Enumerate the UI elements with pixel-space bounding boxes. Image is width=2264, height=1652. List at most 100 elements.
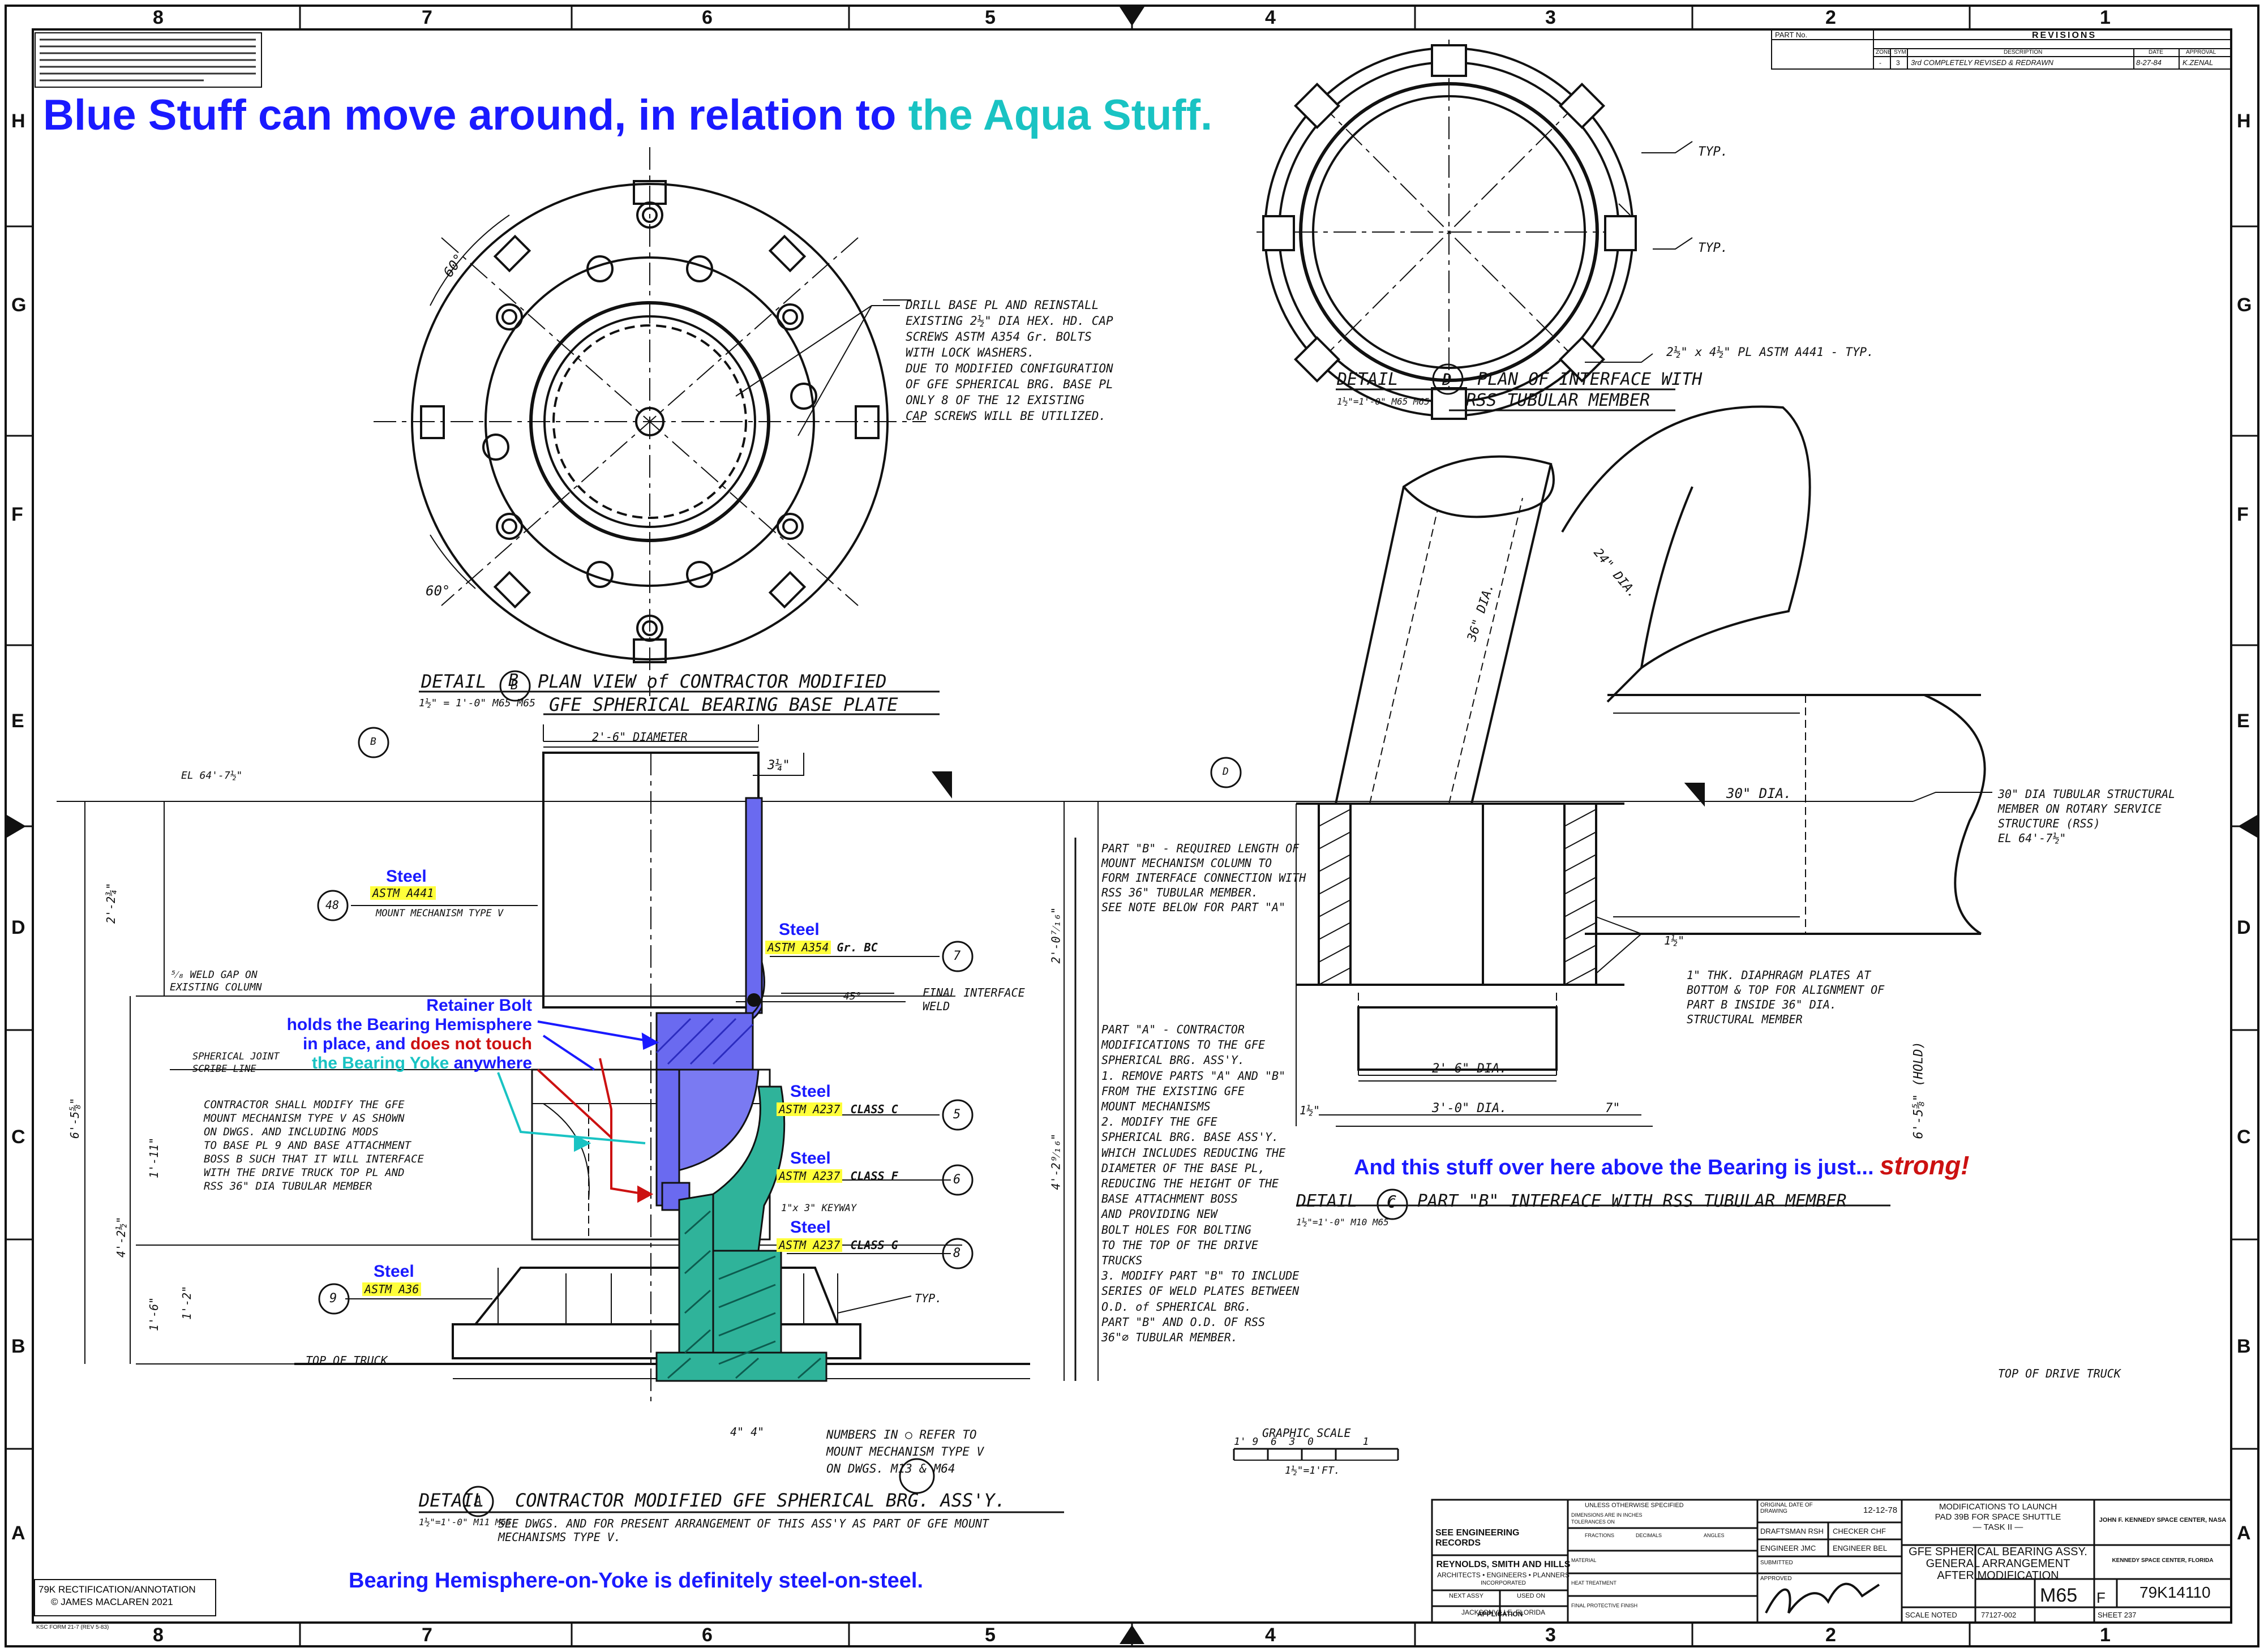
dim-v-1-2: 1'-2" (180, 1285, 194, 1320)
engineer-check: ENGINEER BEL (1833, 1544, 1888, 1552)
callout-d-letter: D (1223, 766, 1229, 778)
zone-col-5-top: 5 (985, 7, 996, 28)
part-a-note-line: PART "A" - CONTRACTOR (1101, 1023, 1245, 1036)
heading-aqua-text: the Aqua Stuff. (908, 91, 1213, 139)
revisions-title: REVISIONS (2032, 31, 2097, 40)
sheet-number: SHEET 237 (2098, 1611, 2137, 1619)
detail-d-title-line1: PLAN OF INTERFACE WITH (1477, 370, 1703, 389)
form-number: KSC FORM 21-7 (REV 5-83) (36, 1624, 109, 1630)
zone-col-7-bottom: 7 (422, 1624, 432, 1646)
mod-line3: — TASK II — (1973, 1522, 2023, 1532)
zone-col-4-top: 4 (1265, 7, 1276, 28)
government-notice-box (35, 32, 262, 88)
strong-annotation: And this stuff over here above the Beari… (1354, 1150, 1970, 1181)
dims-inches: DIMENSIONS ARE IN INCHES (1571, 1512, 1643, 1518)
part-a-note-line: O.D. of SPHERICAL BRG. (1101, 1299, 1251, 1314)
numbers-note-line: NUMBERS IN ○ REFER TO (826, 1428, 977, 1441)
numbers-note-line: ON DWGS. M13 & M64 (826, 1462, 955, 1475)
zone-row-c-right: C (2237, 1126, 2251, 1148)
astm-a441-highlight: ASTM A441 (370, 886, 436, 900)
part-a-note-line: REDUCING THE HEIGHT OF THE (1101, 1177, 1279, 1191)
zone-row-a-left: A (11, 1522, 25, 1544)
detail-a-title-line1: CONTRACTOR MODIFIED GFE SPHERICAL BRG. A… (515, 1490, 1006, 1511)
drawing-title-line3: AFTER MODIFICATION (1937, 1569, 2059, 1582)
zone-row-e-left: E (11, 710, 24, 732)
submitted-label: SUBMITTED (1760, 1560, 1793, 1566)
part-a-note-line: WHICH INCLUDES REDUCING THE (1101, 1145, 1286, 1160)
part-a-note-line: TRUCKS (1101, 1254, 1143, 1268)
part-a-note-line: FROM THE EXISTING GFE (1101, 1084, 1245, 1098)
astm-a237c-sub: CLASS C (850, 1102, 898, 1116)
astm-a237f-tag: ASTM A237 CLASS F (777, 1169, 898, 1183)
zone-row-d-left: D (11, 917, 25, 938)
part-a-note-line: MODIFICATIONS TO THE GFE (1101, 1038, 1265, 1052)
dim-45-degree: 45° (843, 990, 862, 1002)
zone-col-7-top: 7 (422, 7, 432, 28)
part-a-note-line: BASE ATTACHMENT BOSS (1101, 1192, 1238, 1206)
tubular-note-line: EL 64'-7½" (1998, 831, 2066, 845)
graphic-scale-unit: 1½"=1'FT. (1285, 1465, 1340, 1477)
dim-3-quarter: 3¼" (767, 758, 790, 773)
drill-note-line: ONLY 8 OF THE 12 EXISTING (906, 393, 1085, 407)
tolerances-on: TOLERANCES ON (1571, 1519, 1615, 1525)
zone-row-a-right: A (2237, 1522, 2251, 1544)
drawing-size: F (2096, 1589, 2106, 1606)
credit-line2: © JAMES MACLAREN 2021 (51, 1597, 173, 1607)
tubular-member-note: 30" DIA TUBULAR STRUCTURAL MEMBER ON ROT… (1998, 787, 2175, 846)
retainer-line3b: does not touch (410, 1035, 532, 1053)
retainer-line2: holds the Bearing Hemisphere (286, 1015, 532, 1034)
numbers-note-line: MOUNT MECHANISM TYPE V (826, 1445, 984, 1458)
firm-name: REYNOLDS, SMITH AND HILLS (1436, 1560, 1571, 1569)
detail-c-tubular-elevation (1268, 405, 1992, 1207)
contractor-note-line: WITH THE DRIVE TRUCK TOP PL AND (204, 1166, 405, 1179)
zone-col-8-top: 8 (153, 7, 164, 28)
typ-label-lower: TYP. (1698, 241, 1728, 255)
final-interface-line: WELD (923, 999, 950, 1013)
firm-disciplines: ARCHITECTS • ENGINEERS • PLANNERS (1437, 1571, 1570, 1579)
part-b-note-line: RSS 36" TUBULAR MEMBER. (1101, 886, 1258, 899)
dim-v-4-2: 4'-2⁹⁄₁₆" (1049, 1133, 1063, 1190)
drill-note-line: OF GFE SPHERICAL BRG. BASE PL (906, 377, 1113, 391)
sheet-code: M65 (2040, 1585, 2078, 1606)
contractor-note-line: RSS 36" DIA TUBULAR MEMBER (204, 1180, 372, 1192)
spherical-joint-line: SPHERICAL JOINT (192, 1051, 280, 1062)
dim-7: 7" (1605, 1101, 1620, 1115)
typ-label-detail-a: TYP. (915, 1291, 942, 1305)
weld-gap-line: EXISTING COLUMN (170, 981, 262, 993)
dim-2-6-diameter: 2'-6" DIAMETER (592, 730, 688, 744)
detail-a-label: DETAIL (419, 1490, 484, 1511)
dim-3-0-dia: 3'-0" DIA. (1432, 1101, 1507, 1115)
astm-a237g-tag: ASTM A237 CLASS G (777, 1238, 898, 1252)
dim-v-2-0: 2'-0⁷⁄₁₆" (1049, 907, 1063, 964)
detail-c-scale: 1½"=1'-0" M10 M65 (1296, 1217, 1389, 1228)
zone-row-e-right: E (2237, 710, 2250, 732)
callout-b-circle-letter: B (511, 679, 518, 693)
engineer: ENGINEER JMC (1760, 1544, 1816, 1552)
part-a-note-line: TO THE TOP OF THE DRIVE (1101, 1238, 1258, 1252)
mod-line2: PAD 39B FOR SPACE SHUTTLE (1935, 1512, 2061, 1522)
drawing-title-line1: GFE SPHERICAL BEARING ASSY. (1909, 1546, 2087, 1558)
zone-row-f-left: F (11, 504, 23, 525)
graphic-scale-ticks: 1' 9 6 3 0 1 (1234, 1436, 1369, 1448)
original-date-value: 12-12-78 (1863, 1505, 1898, 1515)
tol-decimals: DECIMALS (1636, 1533, 1662, 1538)
contractor-note-line: CONTRACTOR SHALL MODIFY THE GFE (204, 1099, 405, 1111)
astm-a237f-highlight: ASTM A237 (777, 1169, 843, 1183)
steel-label-a237g: Steel (790, 1218, 831, 1237)
zone-col-8-bottom: 8 (153, 1624, 164, 1646)
part-a-note-line: 2. MODIFY THE GFE (1101, 1115, 1217, 1129)
retainer-bolt-annotation: Retainer Bolt holds the Bearing Hemisphe… (272, 996, 532, 1073)
zone-col-2-top: 2 (1825, 7, 1836, 28)
bottom-annotation: Bearing Hemisphere-on-Yoke is definitely… (349, 1569, 923, 1593)
zone-col-3-top: 3 (1545, 7, 1556, 28)
dim-v-6-5: 6'-5⅝" (68, 1097, 82, 1139)
detail-d-interface-plan (1257, 40, 1693, 424)
dim-4-4: 4" 4" (730, 1425, 765, 1439)
steel-label-a354: Steel (779, 920, 820, 939)
astm-a354-highlight: ASTM A354 (765, 941, 831, 954)
original-date-label: ORIGINAL DATE OF DRAWING (1760, 1502, 1813, 1514)
steel-label-a237c: Steel (790, 1082, 831, 1101)
contractor-note: CONTRACTOR SHALL MODIFY THE GFE MOUNT ME… (204, 1098, 424, 1193)
astm-a237g-sub: CLASS G (850, 1238, 898, 1252)
rev-row-approval: K.ZENAL (2182, 58, 2214, 67)
